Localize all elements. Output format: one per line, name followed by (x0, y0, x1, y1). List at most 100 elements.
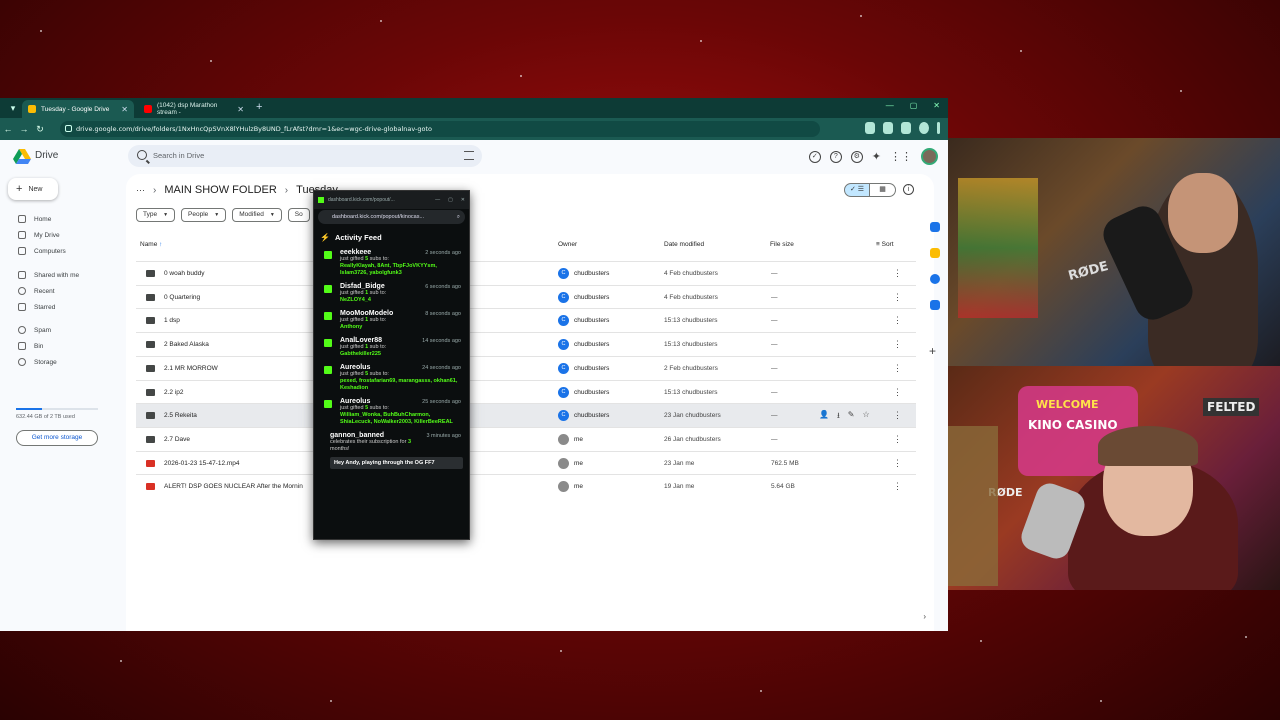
table-row[interactable]: 2.1 MR MORROW Cchudbusters 2 Feb chudbuste… (136, 355, 916, 380)
settings-gear-icon[interactable]: ⚙ (850, 150, 863, 163)
sort-button[interactable]: ≡ Sort (876, 241, 894, 248)
extension-icon[interactable] (883, 122, 893, 134)
table-row[interactable]: ALERT! DSP GOES NUCLEAR After the Mornin… (136, 474, 916, 498)
close-tab-icon[interactable]: ✕ (121, 105, 128, 114)
close-tab-icon[interactable]: ✕ (237, 105, 244, 114)
sidebar-item-recent[interactable]: Recent (18, 287, 55, 295)
filter-modified[interactable]: Modified ▼ (232, 208, 282, 222)
close-window-icon[interactable]: ✕ (461, 197, 465, 203)
sidebar-item-starred[interactable]: Starred (18, 303, 55, 311)
minimize-icon[interactable]: — (886, 101, 894, 110)
more-actions-icon[interactable]: ⋮ (893, 410, 902, 421)
reload-icon[interactable]: ↻ (32, 124, 48, 135)
site-info-icon[interactable] (65, 125, 72, 132)
filter-type[interactable]: Type ▼ (136, 208, 176, 222)
more-actions-icon[interactable]: ⋮ (893, 315, 902, 326)
search-icon[interactable] (137, 150, 147, 160)
filter-people[interactable]: People ▼ (181, 208, 227, 222)
column-header-name[interactable]: Name ↑ (140, 241, 162, 248)
account-avatar[interactable] (921, 148, 938, 165)
more-actions-icon[interactable]: ⋮ (893, 339, 902, 350)
gemini-sparkle-icon[interactable]: ✦ (872, 150, 881, 163)
file-name[interactable]: 2.2 ip2 (164, 389, 184, 396)
more-actions-icon[interactable]: ⋮ (893, 481, 902, 492)
column-header-file-size[interactable]: File size (770, 241, 794, 248)
column-header-date-modified[interactable]: Date modified (664, 241, 704, 248)
sidebar-item-shared[interactable]: Shared with me (18, 271, 79, 279)
tasks-icon[interactable] (930, 274, 940, 284)
new-button[interactable]: + New (8, 178, 58, 200)
rename-icon[interactable]: ✎ (848, 410, 855, 424)
details-info-icon[interactable]: i (903, 184, 914, 195)
sidebar-item-my-drive[interactable]: My Drive (18, 231, 60, 239)
file-name[interactable]: 0 woah buddy (164, 270, 204, 277)
close-window-icon[interactable]: ✕ (933, 101, 940, 110)
breadcrumb-item[interactable]: MAIN SHOW FOLDER (164, 184, 276, 196)
more-actions-icon[interactable]: ⋮ (893, 292, 902, 303)
extension-icon[interactable] (865, 122, 875, 134)
profile-icon[interactable] (919, 122, 929, 134)
more-actions-icon[interactable]: ⋮ (893, 458, 902, 469)
file-name[interactable]: 0 Quartering (164, 294, 200, 301)
star-icon[interactable]: ☆ (862, 410, 869, 424)
sidebar-item-storage[interactable]: Storage (18, 358, 57, 366)
maximize-icon[interactable]: ▢ (448, 197, 453, 203)
file-name[interactable]: ALERT! DSP GOES NUCLEAR After the Mornin (164, 483, 303, 490)
more-actions-icon[interactable]: ⋮ (893, 268, 902, 279)
search-options-icon[interactable] (464, 151, 474, 160)
file-name[interactable]: 2.7 Dave (164, 436, 190, 443)
sort-arrow-up-icon[interactable]: ↑ (159, 241, 162, 248)
sidebar-item-bin[interactable]: Bin (18, 342, 43, 350)
chevron-right-icon[interactable]: › (923, 612, 926, 621)
add-addon-plus-icon[interactable]: + (929, 344, 936, 358)
new-tab-plus-icon[interactable]: + (256, 101, 262, 113)
tab-search-icon[interactable]: ▾ (6, 101, 20, 115)
popout-url-field[interactable]: dashboard.kick.com/popout/kinocas... ⌕ (318, 210, 465, 224)
forward-icon[interactable]: → (16, 124, 32, 134)
table-row[interactable]: 0 woah buddy Cchudbusters 4 Feb chudbuster… (136, 261, 916, 285)
sidebar-item-spam[interactable]: Spam (18, 326, 51, 334)
file-name[interactable]: 2 Baked Alaska (164, 341, 209, 348)
file-name[interactable]: 1 dsp (164, 317, 180, 324)
table-row[interactable]: 2026-01-23 15-47-12.mp4 me 23 Jan me 762.5 … (136, 450, 916, 475)
contacts-icon[interactable] (930, 300, 940, 310)
file-name[interactable]: 2.5 Rekeita (164, 412, 197, 419)
keep-icon[interactable] (930, 248, 940, 258)
column-header-owner[interactable]: Owner (558, 241, 577, 248)
table-row[interactable]: 2 Baked Alaska Cchudbusters 15:13 chudbust… (136, 332, 916, 356)
tab-youtube-stream[interactable]: (1042) dsp Marathon stream - ✕ (138, 100, 250, 118)
more-actions-icon[interactable]: ⋮ (893, 387, 902, 398)
download-icon[interactable]: ⭳ (837, 410, 840, 424)
table-row[interactable]: 2.7 Dave me 26 Jan chudbusters — ⋮ (136, 426, 916, 451)
calendar-icon[interactable] (930, 222, 940, 232)
zoom-icon[interactable]: ⌕ (457, 214, 460, 221)
more-actions-icon[interactable]: ⋮ (893, 363, 902, 374)
more-actions-icon[interactable]: ⋮ (893, 434, 902, 445)
table-row[interactable]: 0 Quartering Cchudbusters 4 Feb chudbuster… (136, 284, 916, 309)
sidebar-item-computers[interactable]: Computers (18, 247, 66, 255)
drive-logo-icon[interactable] (13, 149, 31, 164)
file-name[interactable]: 2.1 MR MORROW (164, 365, 218, 372)
back-icon[interactable]: ← (0, 124, 16, 134)
filter-source[interactable]: So (287, 208, 310, 222)
maximize-icon[interactable]: ▢ (910, 101, 918, 110)
help-icon[interactable]: ? (829, 150, 842, 163)
tab-google-drive[interactable]: Tuesday - Google Drive ✕ (22, 100, 134, 118)
get-more-storage-button[interactable]: Get more storage (16, 430, 98, 446)
file-name[interactable]: 2026-01-23 15-47-12.mp4 (164, 460, 240, 467)
share-icon[interactable]: 👤 (819, 410, 829, 424)
grid-view-icon[interactable]: ▦ (870, 183, 896, 197)
offline-status-icon[interactable]: ✓ (808, 150, 821, 163)
extension-icon[interactable] (901, 122, 911, 134)
more-path-icon[interactable]: ⋯ (136, 185, 145, 196)
sidebar-item-home[interactable]: Home (18, 215, 51, 223)
table-row[interactable]: 2.2 ip2 Cchudbusters 15:13 chudbusters — ⋮ (136, 379, 916, 404)
minimize-icon[interactable]: — (435, 197, 440, 203)
table-row[interactable]: 1 dsp Cchudbusters 15:13 chudbusters — ⋮ (136, 308, 916, 332)
menu-dots-icon[interactable] (937, 122, 940, 134)
search-input[interactable]: Search in Drive (128, 145, 482, 167)
apps-grid-icon[interactable]: ⋮⋮ (890, 150, 912, 163)
list-view-icon[interactable]: ✓ ☰ (844, 183, 870, 197)
url-field[interactable]: drive.google.com/drive/folders/1NxHncQpS… (60, 121, 820, 137)
table-row[interactable]: 2.5 Rekeita Cchudbusters 23 Jan chudbuster… (136, 403, 916, 427)
